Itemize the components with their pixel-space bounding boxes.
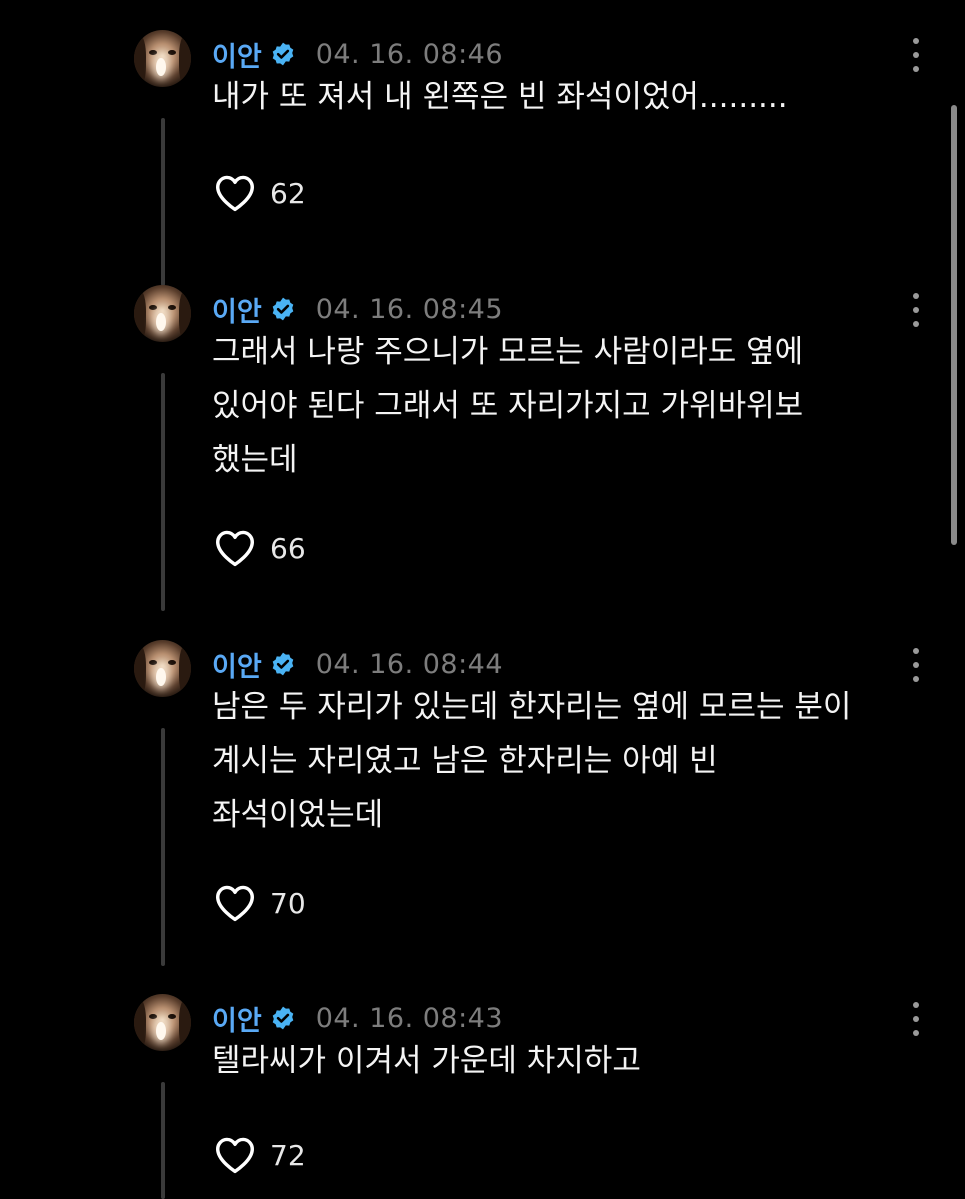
like-button[interactable]: 66 xyxy=(214,529,306,567)
post-text: 그래서 나랑 주으니가 모르는 사람이라도 옆에 있어야 된다 그래서 또 자리… xyxy=(212,334,804,478)
scrollbar[interactable] xyxy=(951,105,957,545)
like-count: 70 xyxy=(270,886,306,920)
more-vertical-icon[interactable] xyxy=(906,293,926,327)
avatar[interactable] xyxy=(134,285,191,342)
post-header: 이안 04. 16. 08:45 xyxy=(212,289,503,329)
thread-line xyxy=(161,118,165,286)
verified-badge-icon xyxy=(272,297,293,321)
more-vertical-icon[interactable] xyxy=(906,38,926,72)
thread-feed: 이안 04. 16. 08:46 내가 또 져서 내 왼쪽은 빈 좌석이었어..… xyxy=(0,0,965,1199)
verified-badge-icon xyxy=(272,1006,293,1030)
like-button[interactable]: 72 xyxy=(214,1136,306,1174)
heart-icon[interactable] xyxy=(214,174,256,212)
username[interactable]: 이안 xyxy=(212,645,262,684)
verified-badge-icon xyxy=(272,42,293,66)
username[interactable]: 이안 xyxy=(212,35,262,74)
thread-line xyxy=(161,373,165,611)
timestamp: 04. 16. 08:44 xyxy=(315,648,504,680)
more-vertical-icon[interactable] xyxy=(906,1002,926,1036)
more-vertical-icon[interactable] xyxy=(906,648,926,682)
like-count: 62 xyxy=(270,176,306,210)
like-button[interactable]: 70 xyxy=(214,884,306,922)
post-header: 이안 04. 16. 08:46 xyxy=(212,34,503,74)
thread-line xyxy=(161,1082,165,1199)
timestamp: 04. 16. 08:43 xyxy=(315,1002,504,1034)
like-count: 72 xyxy=(270,1138,306,1172)
post-text: 내가 또 져서 내 왼쪽은 빈 좌석이었어......... xyxy=(212,79,788,115)
like-button[interactable]: 62 xyxy=(214,174,306,212)
username[interactable]: 이안 xyxy=(212,999,262,1038)
username[interactable]: 이안 xyxy=(212,290,262,329)
timestamp: 04. 16. 08:45 xyxy=(315,293,504,325)
heart-icon[interactable] xyxy=(214,884,256,922)
like-count: 66 xyxy=(270,531,306,565)
post-text: 텔라씨가 이겨서 가운데 차지하고 xyxy=(212,1043,641,1079)
post-header: 이안 04. 16. 08:44 xyxy=(212,644,503,684)
timestamp: 04. 16. 08:46 xyxy=(315,38,504,70)
avatar[interactable] xyxy=(134,30,191,87)
verified-badge-icon xyxy=(272,652,293,676)
avatar[interactable] xyxy=(134,640,191,697)
heart-icon[interactable] xyxy=(214,529,256,567)
thread-line xyxy=(161,728,165,966)
heart-icon[interactable] xyxy=(214,1136,256,1174)
post-header: 이안 04. 16. 08:43 xyxy=(212,998,503,1038)
post-text: 남은 두 자리가 있는데 한자리는 옆에 모르는 분이 계시는 자리였고 남은 … xyxy=(212,689,852,833)
avatar[interactable] xyxy=(134,994,191,1051)
